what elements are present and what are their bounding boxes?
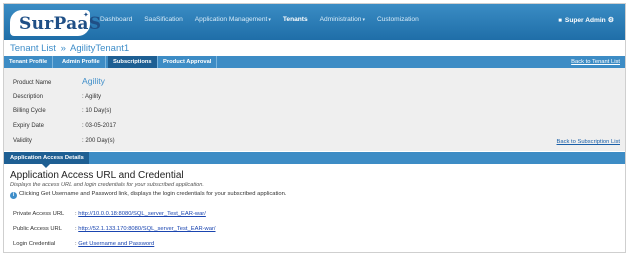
expiry-date-value: : 03-05-2017 xyxy=(82,123,117,129)
chevron-down-icon: ▾ xyxy=(268,17,271,23)
nav-administration[interactable]: Administration▾ xyxy=(320,16,365,23)
back-to-subscription-list-link[interactable]: Back to Subscription List xyxy=(557,139,620,145)
page-frame: SurPaaS ✦ Dashboard SaaSification Applic… xyxy=(3,3,626,253)
tab-product-approval[interactable]: Product Approval xyxy=(158,56,218,68)
access-section-title: Application Access URL and Credential xyxy=(10,170,184,181)
description-label: Description xyxy=(13,94,44,100)
main-nav: Dashboard SaaSification Application Mana… xyxy=(100,16,431,23)
breadcrumb: Tenant List » AgilityTenant1 xyxy=(10,43,129,54)
user-menu[interactable]: ■ Super Admin ⚙ xyxy=(558,16,614,24)
tab-subscriptions[interactable]: Subscriptions xyxy=(108,56,158,72)
get-username-password-link[interactable]: Get Username and Password xyxy=(78,241,154,247)
login-credential-label: Login Credential xyxy=(13,241,56,247)
tab-application-access-details[interactable]: Application Access Details xyxy=(4,152,89,168)
billing-cycle-row: Billing Cycle : 10 Day(s) xyxy=(13,108,111,114)
private-url-label: Private Access URL xyxy=(13,211,65,217)
logo-star-icon: ✦ xyxy=(83,12,89,19)
nav-application-management[interactable]: Application Management▾ xyxy=(195,16,271,23)
product-name-label: Product Name xyxy=(13,80,52,86)
user-name: Super Admin xyxy=(564,17,606,24)
access-info-note: i Clicking Get Username and Password link… xyxy=(10,191,286,199)
public-url-link[interactable]: http://52.1.133.170:8080/SQL_server_Test… xyxy=(78,226,215,232)
product-name-row: Product Name Agility xyxy=(13,76,105,86)
billing-cycle-label: Billing Cycle xyxy=(13,108,46,114)
gear-icon: ⚙ xyxy=(607,17,614,24)
description-row: Description : Agility xyxy=(13,94,101,100)
subscription-details: Product Name Agility Description : Agility… xyxy=(4,68,625,151)
private-url-row: Private Access URL: http://10.0.0.18:808… xyxy=(13,211,206,217)
private-url-link[interactable]: http://10.0.0.18:8080/SQL_server_Test_EA… xyxy=(78,211,206,217)
access-section-subtitle: Displays the access URL and login creden… xyxy=(10,182,204,188)
nav-tenants[interactable]: Tenants xyxy=(283,16,308,23)
expiry-date-row: Expiry Date : 03-05-2017 xyxy=(13,123,116,129)
breadcrumb-current: AgilityTenant1 xyxy=(70,43,130,54)
product-name-value: Agility xyxy=(82,76,105,86)
description-value: : Agility xyxy=(82,94,102,100)
nav-saasification[interactable]: SaaSification xyxy=(144,16,183,23)
surpaas-logo[interactable]: SurPaaS ✦ xyxy=(10,10,101,36)
nav-customization[interactable]: Customization xyxy=(377,16,419,23)
tenant-tabs: Tenant Profile Admin Profile Subscriptio… xyxy=(4,56,625,72)
validity-row: Validity : 200 Day(s) xyxy=(13,138,115,144)
chevron-down-icon: ▾ xyxy=(362,17,365,23)
public-url-label: Public Access URL xyxy=(13,226,62,232)
login-credential-row: Login Credential: Get Username and Passw… xyxy=(13,241,154,247)
info-icon: i xyxy=(10,192,17,199)
access-tabs: Application Access Details xyxy=(4,152,625,168)
info-text: Clicking Get Username and Password link,… xyxy=(19,191,287,197)
nav-dashboard[interactable]: Dashboard xyxy=(100,16,132,23)
validity-value: : 200 Day(s) xyxy=(82,138,115,144)
tab-tenant-profile[interactable]: Tenant Profile xyxy=(4,56,54,68)
breadcrumb-tenant-list[interactable]: Tenant List xyxy=(10,43,56,54)
top-navigation-bar: SurPaaS ✦ Dashboard SaaSification Applic… xyxy=(4,4,625,40)
user-icon: ■ xyxy=(558,18,562,24)
validity-label: Validity xyxy=(13,138,32,144)
expiry-date-label: Expiry Date xyxy=(13,123,45,129)
breadcrumb-separator: » xyxy=(60,43,66,54)
back-to-tenant-list-link[interactable]: Back to Tenant List xyxy=(571,59,620,65)
tab-admin-profile[interactable]: Admin Profile xyxy=(57,56,106,68)
public-url-row: Public Access URL: http://52.1.133.170:8… xyxy=(13,226,216,232)
billing-cycle-value: : 10 Day(s) xyxy=(82,108,112,114)
